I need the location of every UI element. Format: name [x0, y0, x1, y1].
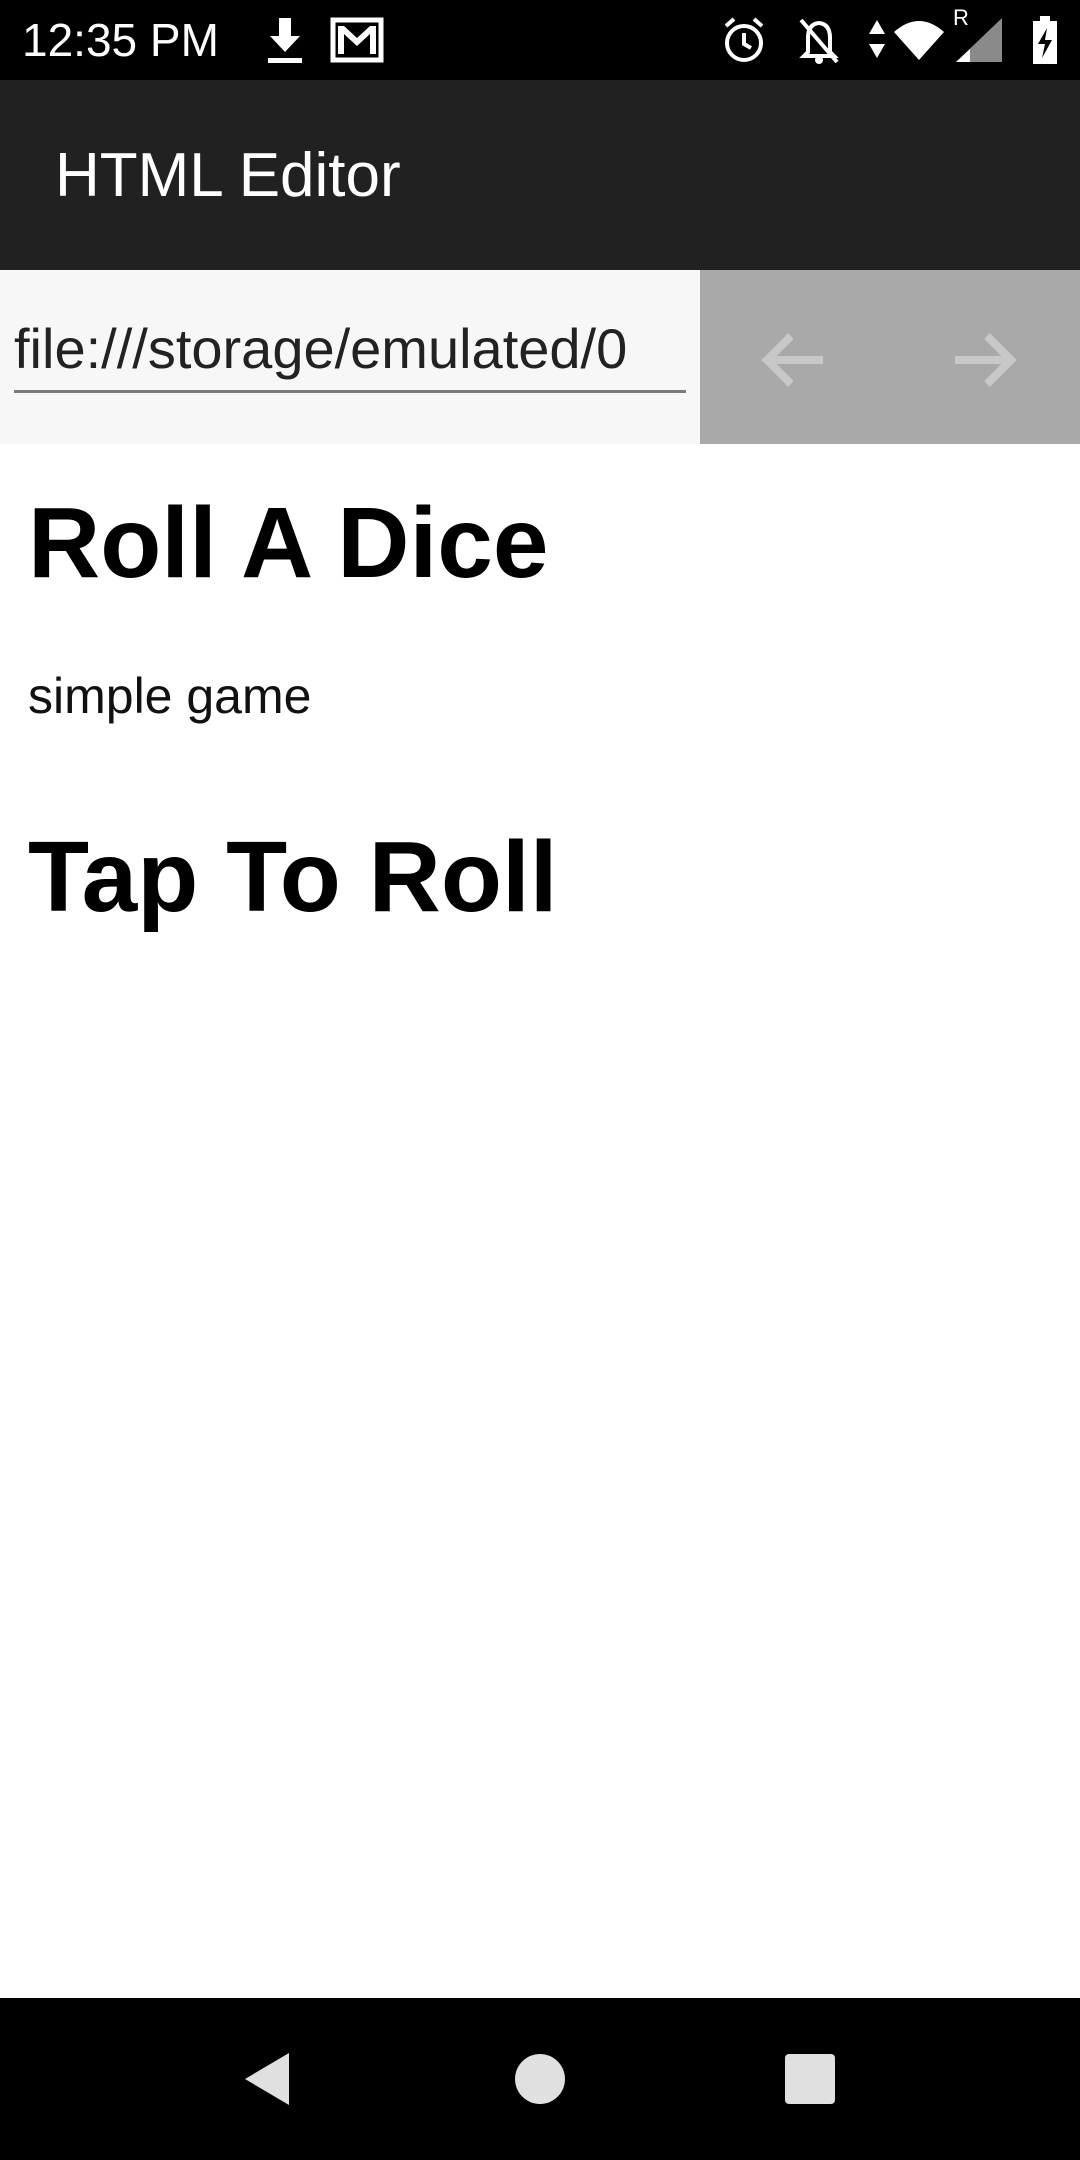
status-time: 12:35 PM: [22, 14, 219, 66]
page-heading: Roll A Dice: [28, 487, 549, 599]
tap-to-roll-heading[interactable]: Tap To Roll: [28, 822, 558, 932]
recents-square-icon: [785, 2054, 835, 2104]
system-back-button[interactable]: [222, 2034, 312, 2124]
wifi-icon: [894, 21, 944, 60]
system-nav-bar: [0, 1998, 1080, 2160]
forward-button[interactable]: [934, 310, 1034, 410]
alarm-icon: [724, 17, 764, 62]
back-button[interactable]: [744, 310, 844, 410]
page-subtitle: simple game: [28, 668, 312, 724]
status-bar: 12:35 PM R: [0, 0, 1080, 80]
web-content: Roll A Dice simple game Tap To Roll: [0, 444, 1080, 1998]
screen: 12:35 PM R HTML Editor file:///storage/e…: [0, 0, 1080, 2160]
gmail-icon: [330, 17, 384, 63]
arrow-right-icon: [955, 333, 1017, 387]
navigation-buttons: [700, 270, 1080, 444]
data-arrows-icon: [869, 20, 885, 58]
system-recents-button[interactable]: [765, 2034, 855, 2124]
app-bar: HTML Editor: [0, 80, 1080, 270]
back-triangle-icon: [245, 2053, 289, 2105]
signal-icon: [956, 18, 1002, 62]
battery-charging-icon: [1033, 16, 1057, 64]
notifications-off-icon: [799, 18, 839, 64]
arrow-left-icon: [761, 333, 823, 387]
app-title: HTML Editor: [55, 141, 401, 210]
url-bar: [0, 270, 1080, 444]
download-icon: [268, 18, 302, 63]
url-input[interactable]: [14, 306, 686, 393]
home-circle-icon: [515, 2054, 565, 2104]
system-home-button[interactable]: [495, 2034, 585, 2124]
